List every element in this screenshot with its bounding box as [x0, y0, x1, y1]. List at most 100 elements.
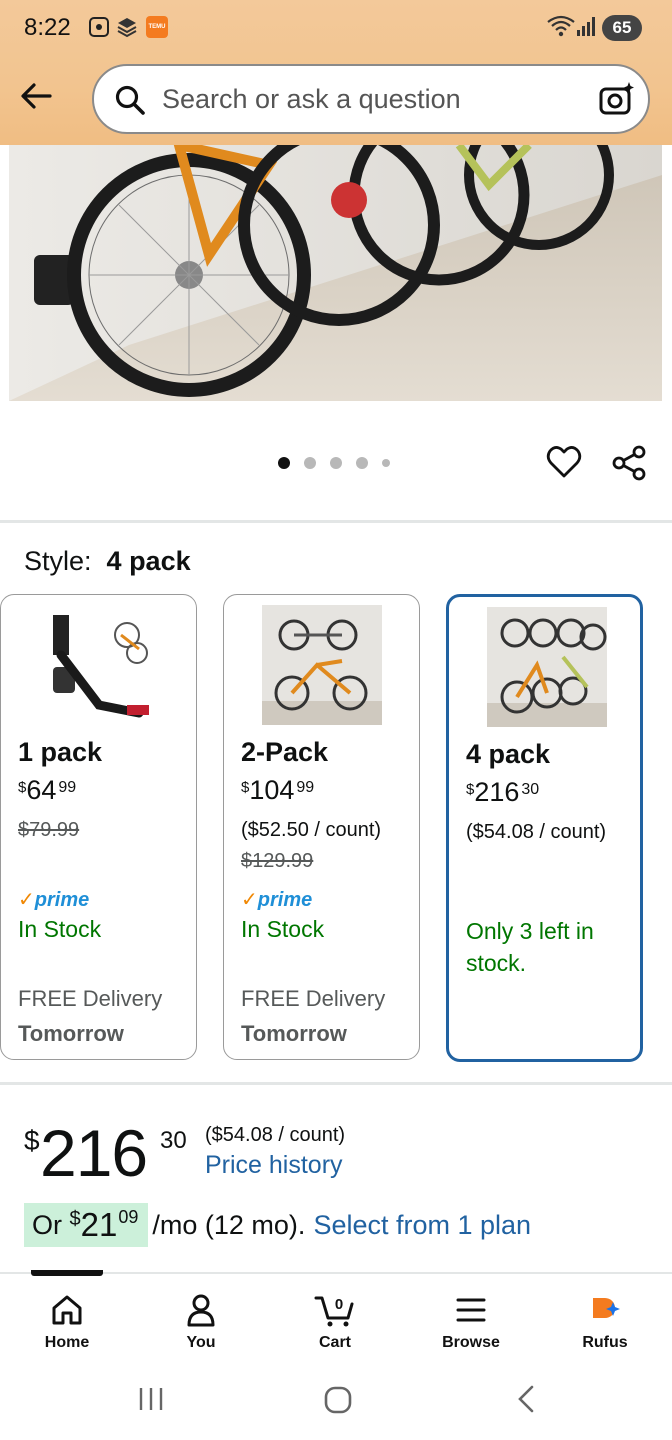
style-label: Style: [24, 546, 92, 576]
carousel-dots[interactable] [278, 457, 390, 469]
back-arrow-icon[interactable] [18, 78, 54, 114]
nav-home[interactable]: Home [17, 1292, 117, 1352]
per-count-price: ($52.50 / count) [241, 819, 382, 841]
status-time: 8:22 [24, 14, 71, 41]
installment-term: /mo (12 mo). [152, 1209, 306, 1240]
prime-label: prime [257, 889, 313, 911]
product-image[interactable] [9, 145, 662, 401]
home-button-icon[interactable] [322, 1384, 354, 1416]
nav-label: Browse [442, 1334, 500, 1351]
cart-count: 0 [335, 1296, 343, 1313]
nav-label: Home [44, 1334, 90, 1351]
user-icon [187, 1294, 215, 1327]
wifi-icon [547, 15, 575, 37]
currency-symbol: $ [466, 781, 475, 798]
search-icon [115, 85, 145, 115]
cart-icon: 0 [314, 1296, 354, 1327]
back-button-icon[interactable] [512, 1384, 542, 1414]
header-bar: 8:22 TEMU 65 Search or ask a question [0, 0, 672, 145]
delivery-day: Tomorrow [18, 1021, 124, 1046]
signal-icon [577, 17, 595, 36]
stock-status: In Stock [241, 916, 325, 942]
recent-apps-icon[interactable] [136, 1384, 166, 1414]
style-selector-label: Style: 4 pack [24, 546, 191, 577]
screenshot-icon [89, 17, 109, 37]
nav-label: Cart [318, 1334, 351, 1351]
option-name: 2-Pack [241, 737, 329, 767]
nav-browse[interactable]: Browse [421, 1292, 521, 1352]
price-whole: 64 [26, 775, 57, 805]
option-price: $216 30 [466, 777, 539, 808]
nav-label: Rufus [582, 1334, 628, 1351]
price-whole: 216 [474, 777, 520, 807]
stock-status: Only 3 left in stock. [466, 918, 594, 976]
nav-active-indicator [31, 1270, 103, 1276]
prime-badge: ✓prime [241, 889, 313, 911]
search-bar[interactable]: Search or ask a question [92, 64, 650, 134]
installment-offer: Or $21 09 /mo (12 mo). Select from 1 plan [24, 1203, 531, 1247]
currency-symbol: $ [241, 779, 250, 796]
carousel-dot[interactable] [304, 457, 316, 469]
option-name: 4 pack [466, 739, 551, 769]
installment-whole: 21 [80, 1206, 118, 1243]
battery-indicator: 65 [602, 15, 642, 41]
wishlist-heart-icon[interactable] [546, 444, 582, 480]
currency-symbol: $ [69, 1207, 81, 1230]
home-icon [52, 1295, 82, 1325]
option-name: 1 pack [18, 737, 103, 767]
style-option-1-pack[interactable]: 1 pack $64 99 $79.99 ✓prime In Stock FREE… [0, 594, 197, 1060]
per-count-price: ($54.08 / count) [466, 821, 607, 843]
status-bar: 8:22 TEMU 65 [0, 0, 672, 58]
nav-you[interactable]: You [151, 1292, 251, 1352]
list-price: $129.99 [241, 850, 314, 872]
installment-cents: 09 [118, 1206, 139, 1227]
style-value: 4 pack [106, 546, 191, 576]
currency-symbol: $ [18, 779, 27, 796]
option-thumbnail [262, 605, 382, 725]
stock-status: In Stock [18, 916, 102, 942]
nav-rufus[interactable]: Rufus [555, 1292, 655, 1352]
installment-amount: Or $21 09 [24, 1203, 149, 1247]
prime-badge: ✓prime [18, 889, 90, 911]
list-price: $79.99 [18, 819, 80, 841]
price-whole: 216 [40, 1116, 148, 1190]
section-divider [0, 1082, 672, 1085]
layers-icon [117, 18, 137, 38]
price-cents: 99 [296, 779, 315, 796]
per-count-price: ($54.08 / count) [205, 1124, 346, 1146]
temu-app-icon: TEMU [146, 16, 168, 38]
delivery-text: FREE Delivery [18, 986, 163, 1011]
select-plan-link[interactable]: Select from 1 plan [313, 1210, 531, 1241]
option-thumbnail [487, 607, 607, 727]
price-cents: 30 [521, 781, 540, 798]
system-nav-bar [0, 1362, 672, 1440]
prime-label: prime [34, 889, 90, 911]
search-placeholder: Search or ask a question [162, 84, 461, 114]
menu-icon [456, 1298, 486, 1322]
style-option-4-pack[interactable]: 4 pack $216 30 ($54.08 / count) Only 3 le… [446, 594, 643, 1062]
carousel-dot[interactable] [382, 459, 390, 467]
currency-symbol: $ [24, 1125, 40, 1156]
carousel-dot[interactable] [356, 457, 368, 469]
rufus-icon [593, 1298, 620, 1318]
bottom-navigation: Home You 0 Cart Browse Rufus [0, 1272, 672, 1362]
price-cents: 99 [58, 779, 77, 796]
price-history-link[interactable]: Price history [205, 1151, 343, 1180]
section-divider [0, 520, 672, 523]
carousel-dot[interactable] [278, 457, 290, 469]
style-option-2-pack[interactable]: 2-Pack $104 99 ($52.50 / count) $129.99 ✓… [223, 594, 420, 1060]
installment-prefix: Or [32, 1209, 62, 1240]
camera-search-icon[interactable] [598, 80, 636, 118]
nav-cart[interactable]: 0 Cart [285, 1292, 385, 1352]
price-whole: 104 [249, 775, 295, 805]
nav-label: You [186, 1334, 216, 1351]
carousel-dot[interactable] [330, 457, 342, 469]
delivery-text: FREE Delivery [241, 986, 386, 1011]
option-price: $64 99 [18, 775, 76, 806]
delivery-day: Tomorrow [241, 1021, 347, 1046]
share-icon[interactable] [610, 444, 648, 482]
option-thumbnail [39, 605, 159, 725]
option-price: $104 99 [241, 775, 314, 806]
bikes-on-wall-image [9, 145, 662, 401]
price-cents: 30 [160, 1127, 187, 1154]
